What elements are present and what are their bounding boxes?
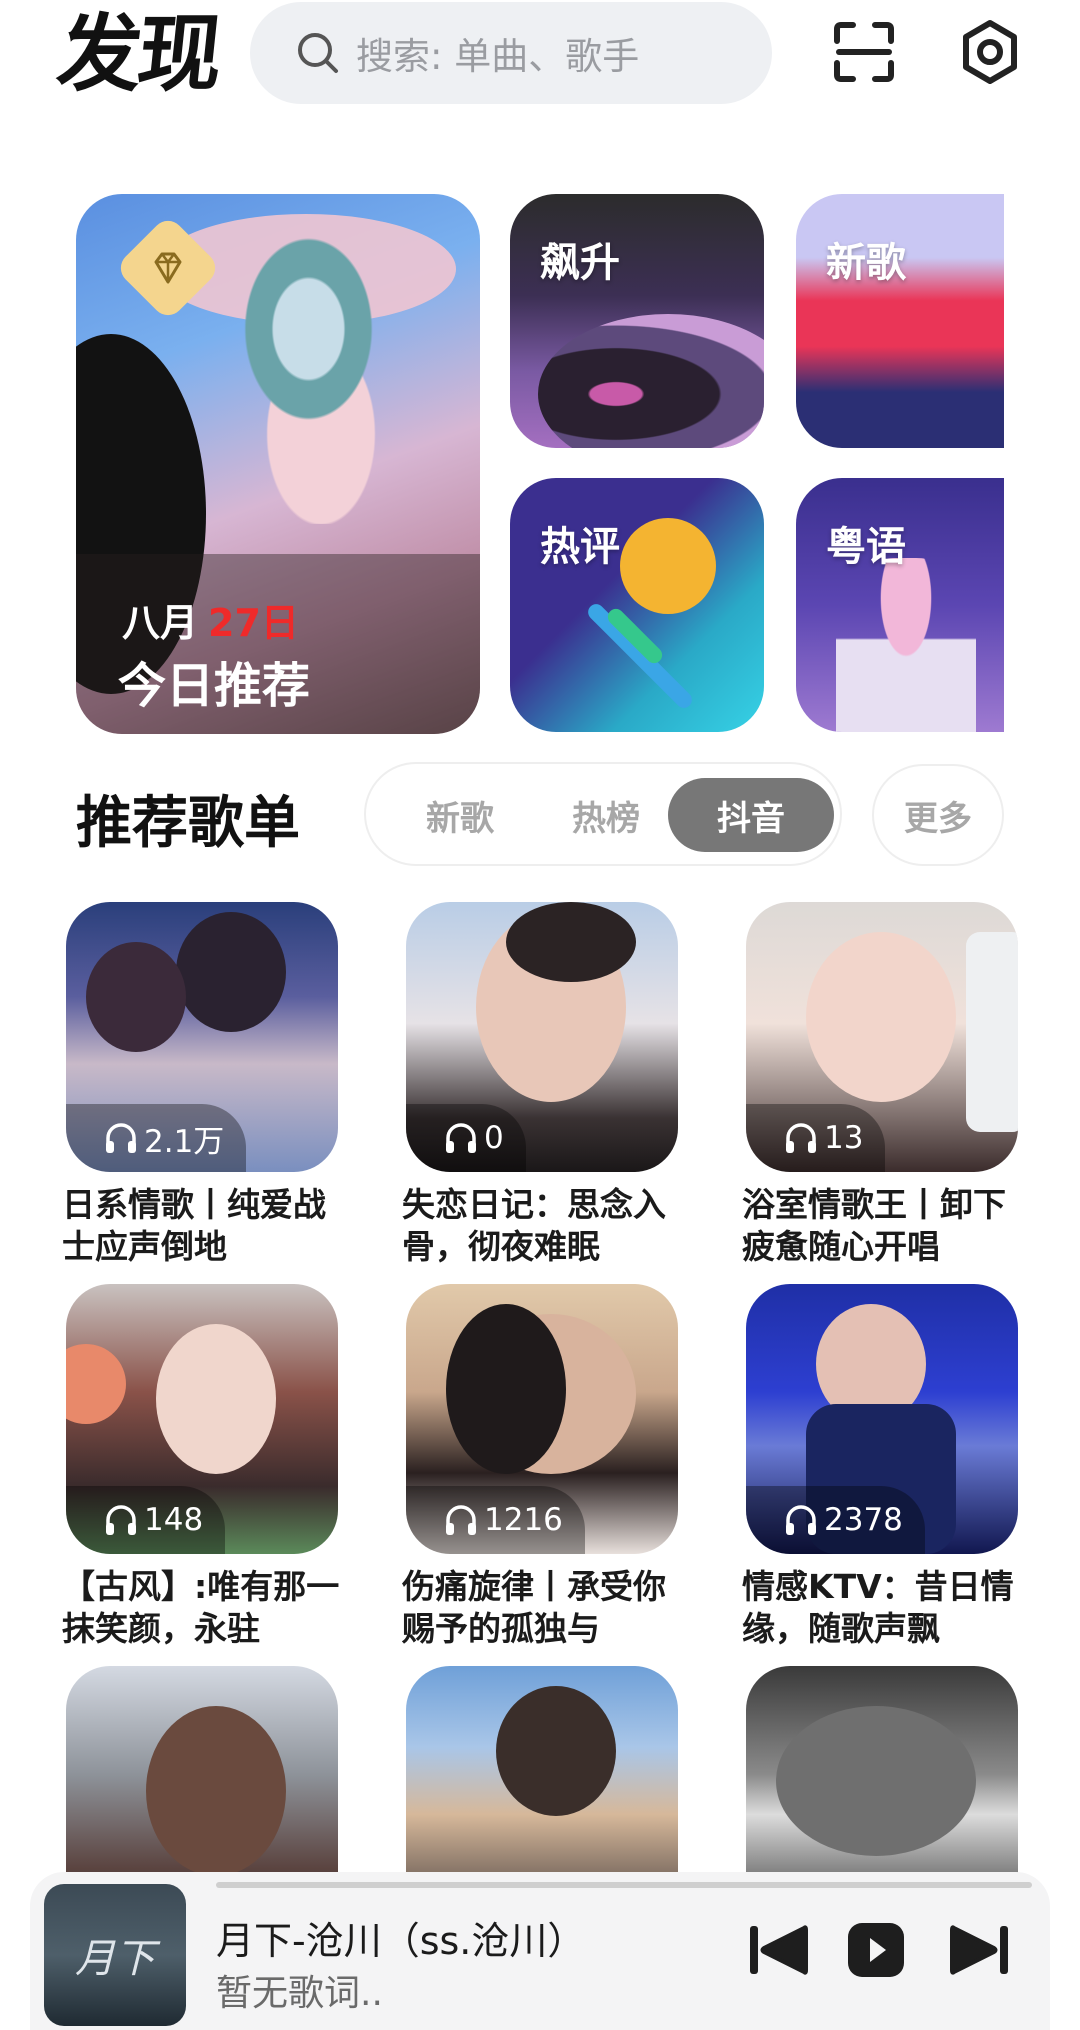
cover-art [146,1706,286,1876]
diamond-icon [154,252,182,284]
decor-stroke [584,600,696,712]
previous-button[interactable] [746,1918,810,1982]
today-day: 27日 [208,601,299,645]
cover-art [806,932,956,1102]
play-count-value: 2.1万 [144,1123,225,1160]
cover-art [966,932,1018,1132]
play-count: 2378 [746,1486,925,1554]
playlist-cover: 2.1万 [66,902,338,1172]
lyric-line: 暂无歌词.. [216,1973,383,2014]
cover-art [66,1344,126,1424]
cover-art [446,1304,566,1474]
play-count-value: 1216 [484,1502,563,1538]
play-count-value: 148 [144,1502,204,1538]
playlist-cover: 13 [746,902,1018,1172]
cover-art [776,1706,976,1856]
playlist-cover: 1216 [406,1284,678,1554]
playlist-cover: 148 [66,1284,338,1554]
next-icon [950,1925,1008,1975]
song-title: 月下-沧川（ss.沧川） [216,1919,586,1963]
new-songs-label: 新歌 [826,240,906,286]
playlist-title: 【古风】:唯有那一抹笑颜，永驻 [62,1567,340,1648]
sun-shape [620,518,716,614]
header: 发现 搜索: 单曲、歌手 [0,0,1080,110]
playlist-cover: 0 [406,902,678,1172]
play-count-value: 2378 [824,1502,903,1538]
cantonese-label: 粤语 [826,524,906,570]
playlist-tabs: 新歌 热榜 抖音 [364,762,842,866]
soaring-chart-card[interactable]: 飙升 [510,194,764,448]
settings-button[interactable] [952,14,1028,90]
today-date: 八月 27日 [122,592,299,647]
cover-art [176,912,286,1032]
cover-art [496,1686,616,1816]
more-button[interactable]: 更多 [872,764,1004,866]
page-title: 发现 [52,5,224,103]
hot-comments-label: 热评 [540,524,620,570]
next-button[interactable] [948,1918,1012,1982]
today-month: 八月 [122,601,199,645]
playlist-title: 情感KTV：昔日情缘，随歌声飘 [742,1567,1014,1648]
cantonese-card[interactable]: 粤语 [796,478,1004,732]
search-input[interactable]: 搜索: 单曲、歌手 [250,2,772,104]
headphones-icon [786,1123,816,1153]
play-count-value: 0 [484,1120,504,1156]
play-count: 13 [746,1104,886,1172]
hot-comments-card[interactable]: 热评 [510,478,764,732]
play-count: 2.1万 [66,1104,247,1172]
new-songs-card[interactable]: 新歌 [796,194,1004,448]
previous-icon [750,1925,808,1975]
cover-art-figure [836,558,976,732]
search-placeholder: 搜索: 单曲、歌手 [356,35,640,78]
scan-icon [834,22,894,82]
tab-new-songs[interactable]: 新歌 [406,778,514,852]
daily-recommend-card[interactable]: 八月 27日 今日推荐 [76,194,480,734]
tab-hot-chart[interactable]: 热榜 [550,778,662,852]
play-count: 148 [66,1486,226,1554]
play-count-value: 13 [824,1120,864,1156]
play-icon [848,1923,904,1977]
cover-art [156,1324,276,1474]
scan-button[interactable] [826,14,902,90]
playlist-title: 伤痛旋律丨承受你赐予的孤独与 [402,1567,666,1648]
play-button[interactable] [844,1918,908,1982]
soaring-label: 飙升 [540,240,620,286]
album-cover[interactable]: 月下 [44,1884,186,2026]
headphones-icon [106,1505,136,1535]
search-icon [298,33,338,73]
cover-art [86,942,186,1052]
discover-page: 发现 搜索: 单曲、歌手 八月 27日 今日推荐 飙升 新歌 热评 粤语 推荐歌… [0,0,1080,2030]
headphones-icon [446,1123,476,1153]
play-count: 0 [406,1104,526,1172]
headphones-icon [106,1123,136,1153]
cover-art [506,902,636,982]
playlist-title: 失恋日记：思念入骨，彻夜难眠 [402,1185,666,1266]
tab-douyin[interactable]: 抖音 [668,778,834,852]
today-title: 今日推荐 [118,658,311,714]
section-title: 推荐歌单 [76,791,300,856]
cover-art-figure [196,224,446,524]
mini-player[interactable]: 月下 月下-沧川（ss.沧川） 暂无歌词.. [30,1872,1050,2030]
playlist-title: 日系情歌丨纯爱战士应声倒地 [62,1185,326,1266]
progress-bar[interactable] [216,1882,1032,1888]
headphones-icon [786,1505,816,1535]
playlist-cover: 2378 [746,1284,1018,1554]
turntable-art [538,314,764,448]
playlist-title: 浴室情歌王丨卸下疲惫随心开唱 [742,1185,1006,1266]
settings-icon [963,20,1017,84]
headphones-icon [446,1505,476,1535]
play-count: 1216 [406,1486,585,1554]
